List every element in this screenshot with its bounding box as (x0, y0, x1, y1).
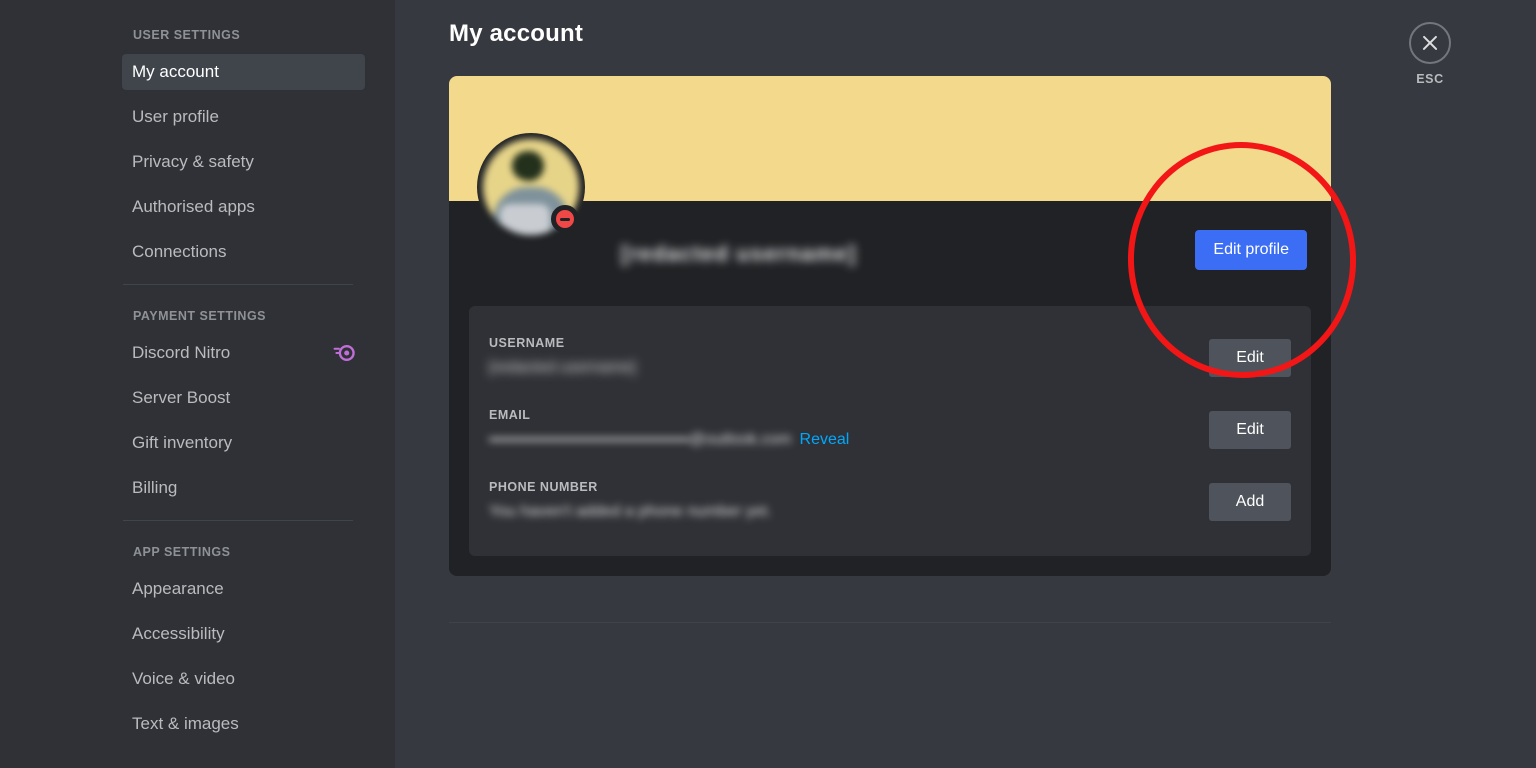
field-value-username: [redacted username] (489, 358, 636, 376)
field-label-username: USERNAME (489, 335, 565, 350)
edit-profile-button[interactable]: Edit profile (1195, 230, 1307, 270)
sidebar-item-server-boost[interactable]: Server Boost (122, 380, 365, 416)
sidebar-item-label: User profile (132, 107, 219, 126)
field-value-phone-number: You haven't added a phone number yet. (489, 502, 772, 520)
field-label-email: EMAIL (489, 407, 531, 422)
close-settings-button[interactable]: ESC (1402, 22, 1458, 86)
sidebar-item-label: Gift inventory (132, 433, 233, 452)
sidebar-item-label: Accessibility (132, 624, 225, 643)
avatar-shirt-shape (500, 204, 551, 235)
sidebar-item-authorised-apps[interactable]: Authorised apps (122, 189, 365, 225)
sidebar-item-label: Connections (132, 242, 227, 261)
sidebar-group-header-app-settings: APP SETTINGS (133, 545, 231, 559)
sidebar-item-my-account[interactable]: My account (122, 54, 365, 90)
sidebar-item-label: Discord Nitro (132, 343, 231, 362)
sidebar-item-gift-inventory[interactable]: Gift inventory (122, 425, 365, 461)
avatar-head-shape (513, 150, 544, 181)
sidebar-inner: USER SETTINGS My account User profile Pr… (122, 22, 376, 742)
edit-email-button[interactable]: Edit (1209, 411, 1291, 449)
discord-user-settings-window: USER SETTINGS My account User profile Pr… (0, 0, 1536, 768)
sidebar-item-label: Appearance (132, 579, 224, 598)
sidebar-group-header-payment-settings: PAYMENT SETTINGS (133, 309, 267, 323)
sidebar-item-label: Voice & video (132, 669, 236, 688)
field-value-email-wrapper: @outlook.com Reveal (489, 431, 1291, 449)
sidebar-item-accessibility[interactable]: Accessibility (122, 616, 365, 652)
sidebar-divider-1 (123, 284, 353, 285)
profile-display-name: [redacted username] (621, 240, 857, 266)
field-row-email: EMAIL @outlook.com Reveal Edit (489, 394, 1291, 466)
sidebar-item-label: Billing (132, 478, 178, 497)
sidebar-item-voice-and-video[interactable]: Voice & video (122, 661, 365, 697)
sidebar-item-label: Privacy & safety (132, 152, 254, 171)
sidebar-item-label: Server Boost (132, 388, 231, 407)
sidebar-item-connections[interactable]: Connections (122, 234, 365, 270)
sidebar-item-appearance[interactable]: Appearance (122, 571, 365, 607)
reveal-email-link[interactable]: Reveal (800, 431, 850, 449)
settings-content: My account [redacted username] Edit prof… (395, 0, 1536, 768)
content-section-divider (449, 622, 1331, 623)
sidebar-item-user-profile[interactable]: User profile (122, 99, 365, 135)
page-title: My account (449, 20, 584, 47)
field-row-username: USERNAME [redacted username] Edit (489, 322, 1291, 394)
sidebar-group-header-user-settings: USER SETTINGS (133, 28, 241, 42)
profile-header-row: [redacted username] Edit profile (449, 133, 1331, 306)
sidebar-item-privacy-and-safety[interactable]: Privacy & safety (122, 144, 365, 180)
nitro-icon (333, 345, 355, 361)
sidebar-item-billing[interactable]: Billing (122, 470, 365, 506)
account-fields-panel: USERNAME [redacted username] Edit EMAIL … (469, 306, 1311, 556)
email-mask-bar (489, 437, 689, 441)
add-phone-button[interactable]: Add (1209, 483, 1291, 521)
sidebar-divider-2 (123, 520, 353, 521)
close-icon (1409, 22, 1451, 64)
close-shortcut-label: ESC (1416, 72, 1444, 86)
sidebar-item-text-and-images[interactable]: Text & images (122, 706, 365, 742)
status-indicator-dnd-icon (551, 205, 579, 233)
avatar[interactable] (477, 133, 585, 241)
sidebar-item-discord-nitro[interactable]: Discord Nitro (122, 335, 365, 371)
field-value-email: @outlook.com (489, 431, 792, 449)
field-label-phone-number: PHONE NUMBER (489, 479, 598, 494)
field-row-phone-number: PHONE NUMBER You haven't added a phone n… (489, 466, 1291, 538)
account-profile-card: [redacted username] Edit profile USERNAM… (449, 76, 1331, 576)
sidebar-item-label: My account (132, 62, 219, 81)
email-domain-text: @outlook.com (689, 430, 792, 448)
sidebar-item-label: Authorised apps (132, 197, 255, 216)
sidebar-item-label: Text & images (132, 714, 239, 733)
settings-sidebar: USER SETTINGS My account User profile Pr… (0, 0, 395, 768)
edit-username-button[interactable]: Edit (1209, 339, 1291, 377)
